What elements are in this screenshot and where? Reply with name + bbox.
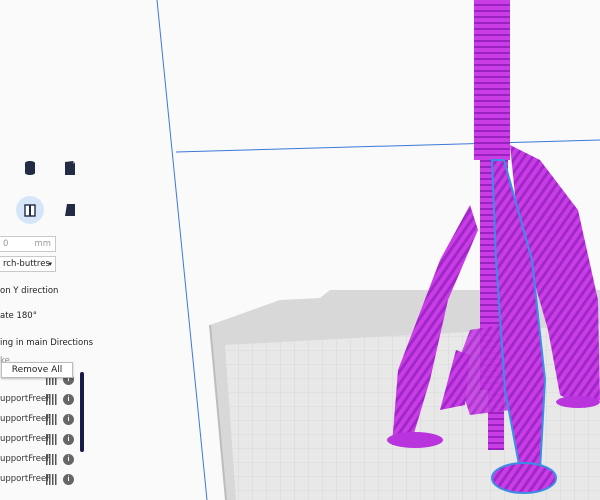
- cube-icon: [65, 161, 75, 175]
- list-item-name: upportFreeF: [0, 434, 52, 444]
- option-main-directions[interactable]: ing in main Directions: [0, 338, 93, 348]
- list-item[interactable]: upportFreeF i: [0, 470, 80, 490]
- info-icon[interactable]: i: [63, 414, 74, 425]
- 3d-viewport[interactable]: [0, 0, 600, 500]
- option-rotate[interactable]: ate 180°: [0, 311, 37, 321]
- tube-shape-button[interactable]: [16, 196, 44, 224]
- support-list: i upportFreeF i upportFreeF i upportFree…: [0, 370, 90, 490]
- cylinder-icon: [25, 161, 35, 175]
- length-value: 0: [3, 239, 9, 249]
- info-icon[interactable]: i: [63, 454, 74, 465]
- list-item-name: upportFreeF: [0, 414, 52, 424]
- length-input[interactable]: 0 mm: [0, 236, 56, 252]
- list-item[interactable]: upportFreeF i: [0, 450, 80, 470]
- list-item[interactable]: upportFreeF i: [0, 390, 80, 410]
- wedge-icon: [65, 204, 75, 216]
- info-icon[interactable]: i: [63, 394, 74, 405]
- list-item-name: upportFreeF: [0, 394, 52, 404]
- info-icon[interactable]: i: [63, 434, 74, 445]
- length-unit: mm: [34, 239, 51, 249]
- cube-shape-button[interactable]: [56, 154, 84, 182]
- grid-icon: [46, 434, 57, 445]
- grid-icon: [46, 474, 57, 485]
- info-icon[interactable]: i: [63, 474, 74, 485]
- grid-icon: [46, 414, 57, 425]
- option-y-direction[interactable]: on Y direction: [0, 286, 58, 296]
- cylinder-shape-button[interactable]: [16, 154, 44, 182]
- support-type-dropdown[interactable]: rch-buttres ▾: [0, 256, 56, 272]
- list-item[interactable]: upportFreeF i: [0, 410, 80, 430]
- grid-icon: [46, 394, 57, 405]
- chevron-down-icon: ▾: [48, 260, 52, 268]
- remove-all-button[interactable]: Remove All: [1, 362, 73, 378]
- list-item[interactable]: upportFreeF i: [0, 430, 80, 450]
- tube-icon: [24, 204, 36, 217]
- list-item-name: upportFreeF: [0, 474, 52, 484]
- wedge-shape-button[interactable]: [56, 196, 84, 224]
- support-type-value: rch-buttres: [3, 259, 50, 269]
- list-item-name: upportFreeF: [0, 454, 52, 464]
- grid-icon: [46, 454, 57, 465]
- list-scrollbar[interactable]: [80, 372, 84, 452]
